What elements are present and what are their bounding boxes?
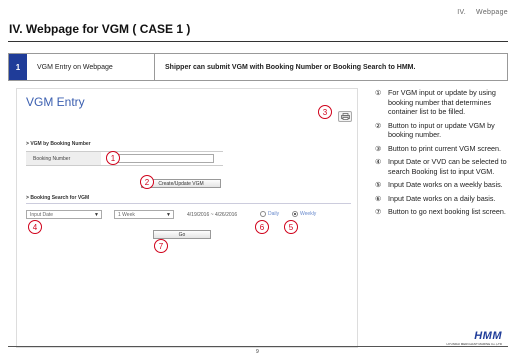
daily-radio[interactable]: Daily [260,211,279,217]
booking-number-row: Booking Number [26,151,223,166]
logo-text: HMM [474,330,502,342]
note-item: ⑥ Input Date works on a daily basis. [375,194,510,204]
callout-6: 6 [255,220,269,234]
callout-7: 7 [154,239,168,253]
page-title: IV. Webpage for VGM ( CASE 1 ) [9,22,191,36]
note-text: Input Date works on a daily basis. [388,193,496,203]
radio-icon [260,211,266,217]
info-bar: 1 VGM Entry on Webpage Shipper can submi… [8,53,508,81]
print-button[interactable] [338,111,352,122]
chevron-down-icon: ▼ [166,212,171,218]
callout-2: 2 [140,175,154,189]
note-marker: ② [375,120,382,130]
note-text: Input Date works on a weekly basis. [388,180,503,189]
weekly-radio-label: Weekly [300,211,317,217]
info-description: Shipper can submit VGM with Booking Numb… [165,63,416,71]
note-marker: ⑥ [375,193,382,203]
note-item: ① For VGM input or update by using bookin… [375,88,510,117]
callout-4: 4 [28,220,42,234]
note-item: ⑤ Input Date works on a weekly basis. [375,180,510,190]
search-type-select[interactable]: Input Date ▼ [26,210,102,219]
note-item: ⑦ Button to go next booking list screen. [375,207,510,217]
footer-divider [8,346,508,347]
search-type-value: Input Date [30,211,54,218]
booking-search-section-label: > Booking Search for VGM [26,195,89,201]
chevron-down-icon: ▼ [94,212,99,218]
radio-selected-icon [292,211,298,217]
callout-3: 3 [318,105,332,119]
note-marker: ⑤ [375,180,382,189]
note-marker: ① [375,88,382,97]
go-button[interactable]: Go [153,230,211,239]
info-name: VGM Entry on Webpage [27,54,155,80]
note-item: ③ Button to print current VGM screen. [375,144,510,154]
booking-number-input[interactable] [114,154,214,163]
note-item: ② Button to input or update VGM by bookin… [375,121,510,140]
period-select[interactable]: 1 Week ▼ [114,210,174,219]
note-item: ④ Input Date or VVD can be selected to se… [375,157,510,176]
vgm-entry-screen: VGM Entry > VGM by Booking Number Bookin… [16,88,358,348]
section-number: IV. [457,9,467,16]
section-name: Webpage [476,9,508,16]
vgm-entry-title: VGM Entry [26,95,85,109]
note-text: Button to input or update VGM by booking… [388,120,495,140]
section-divider [26,203,351,204]
booking-number-label: Booking Number [26,152,101,165]
date-range-text: 4/19/2016 ~ 4/26/2016 [187,212,238,218]
note-marker: ⑦ [375,207,382,216]
by-booking-section-label: > VGM by Booking Number [26,141,91,147]
weekly-radio[interactable]: Weekly [292,211,316,217]
callout-5: 5 [284,220,298,234]
note-marker: ④ [375,157,382,166]
info-number: 1 [9,54,27,80]
note-text: Input Date or VVD can be selected to sea… [388,157,507,176]
booking-search-label-text: Booking Search for VGM [30,195,90,201]
printer-icon [340,113,350,120]
note-text: For VGM input or update by using booking… [388,88,496,116]
callout-1: 1 [106,151,120,165]
daily-radio-label: Daily [268,211,280,217]
period-value: 1 Week [118,211,135,218]
notes-list: ① For VGM input or update by using bookin… [375,88,510,221]
title-divider [8,41,508,42]
header-section-label: IV. Webpage [457,9,508,16]
note-text: Button to print current VGM screen. [388,143,502,153]
by-booking-label-text: VGM by Booking Number [30,141,91,147]
note-marker: ③ [375,143,382,153]
note-text: Button to go next booking list screen. [388,207,506,216]
page-number: 9 [256,349,259,355]
hmm-logo: HMM HYUNDAI MERCHANT MARINE Co.,LTD [446,330,502,346]
